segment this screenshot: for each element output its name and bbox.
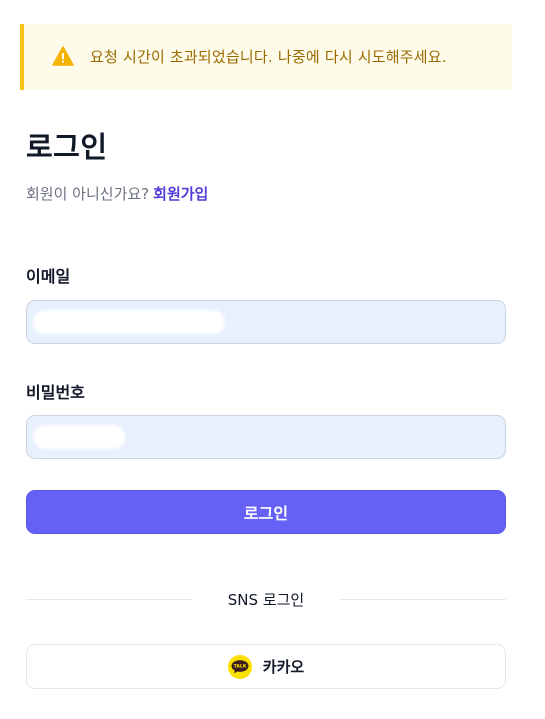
signup-prompt: 회원이 아니신가요? bbox=[26, 185, 150, 203]
kakao-talk-icon: TALK bbox=[227, 654, 252, 679]
redacted-password bbox=[33, 425, 125, 449]
svg-text:TALK: TALK bbox=[233, 663, 246, 669]
email-field-wrapper bbox=[26, 300, 506, 344]
login-button[interactable]: 로그인 bbox=[26, 490, 506, 534]
password-field-wrapper bbox=[26, 415, 506, 459]
divider-right bbox=[340, 599, 506, 600]
signup-row: 회원이 아니신가요? 회원가입 bbox=[26, 183, 208, 204]
kakao-login-button[interactable]: TALK 카카오 bbox=[26, 644, 506, 689]
page-title: 로그인 bbox=[26, 130, 108, 164]
timeout-alert: 요청 시간이 초과되었습니다. 나중에 다시 시도해주세요. bbox=[20, 24, 512, 90]
email-label: 이메일 bbox=[26, 267, 71, 286]
sns-login-label: SNS 로그인 bbox=[227, 591, 305, 609]
password-label: 비밀번호 bbox=[26, 383, 85, 402]
warning-icon bbox=[52, 46, 74, 66]
kakao-label: 카카오 bbox=[262, 658, 305, 676]
divider-left bbox=[26, 599, 192, 600]
alert-message: 요청 시간이 초과되었습니다. 나중에 다시 시도해주세요. bbox=[90, 48, 447, 66]
signup-link[interactable]: 회원가입 bbox=[153, 185, 208, 203]
redacted-email bbox=[33, 310, 225, 334]
